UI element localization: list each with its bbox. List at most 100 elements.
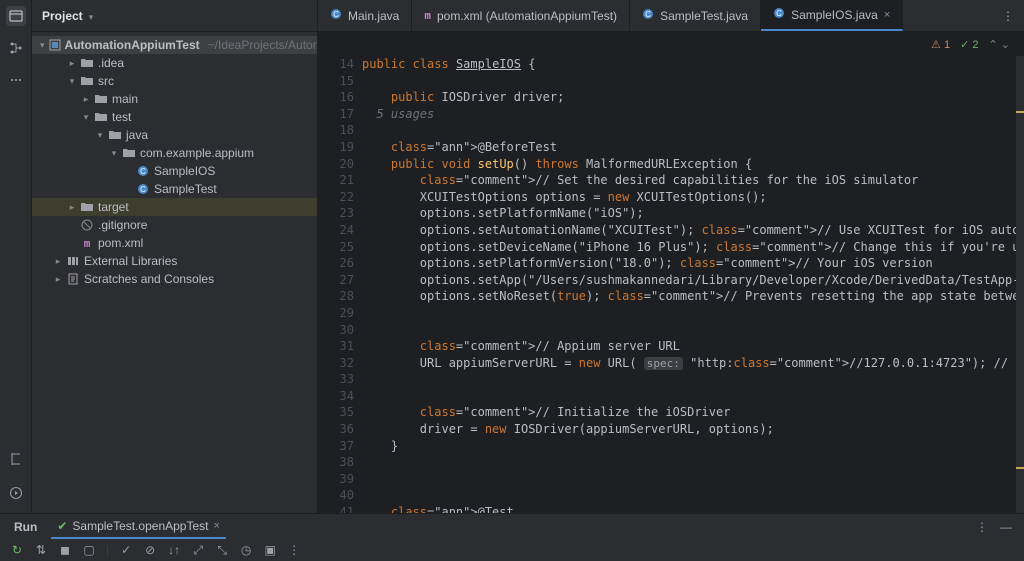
export-icon[interactable]: ▣ (263, 543, 277, 557)
lib-icon (66, 255, 80, 267)
tree-row-src[interactable]: ▾src (32, 72, 317, 90)
editor-tabs: C Main.java m pom.xml (AutomationAppiumTest… (318, 0, 1024, 32)
show-passed-icon[interactable]: ✓ (119, 543, 133, 557)
tree-label: SampleTest (154, 182, 217, 196)
chevron-icon[interactable]: ▸ (82, 94, 90, 105)
code-editor[interactable]: 1415161718192021222324252627282930313233… (318, 56, 1024, 513)
folder-icon (122, 148, 136, 158)
tree-row-pom-xml[interactable]: mpom.xml (32, 234, 317, 252)
folder-icon (80, 76, 94, 86)
run-panel: Run ✔ SampleTest.openAppTest × ⋮ — ↻ ⇅ ◼… (0, 513, 1024, 561)
inspection-chevron-icon[interactable]: ⌃ ⌄ (989, 38, 1011, 51)
tab-main-java[interactable]: C Main.java (318, 0, 412, 31)
run-toolbar: ↻ ⇅ ◼ ▢ | ✓ ⊘ ↓↑ ⤢ ⤡ ◷ ▣ ⋮ (0, 539, 1024, 561)
sort-icon[interactable]: ↓↑ (167, 543, 181, 557)
tab-label: pom.xml (AutomationAppiumTest) (437, 9, 617, 23)
tree-label: com.example.appium (140, 146, 254, 160)
chevron-icon[interactable]: ▾ (96, 130, 104, 141)
tree-label: External Libraries (84, 254, 177, 268)
tree-row-java[interactable]: ▾ java (32, 126, 317, 144)
tab-sampleios-java[interactable]: C SampleIOS.java × (761, 0, 903, 31)
more-tool-icon[interactable] (6, 70, 26, 90)
more-icon[interactable]: ⋮ (976, 520, 988, 534)
svg-text:C: C (333, 10, 339, 19)
stop-icon[interactable]: ◼ (58, 543, 72, 557)
tree-label: target (98, 200, 129, 214)
tree-root[interactable]: ▾ AutomationAppiumTest ~/IdeaProjects/Au… (32, 36, 317, 54)
svg-text:C: C (645, 10, 651, 19)
editor-pane: C Main.java m pom.xml (AutomationAppiumTest… (318, 0, 1024, 513)
tree-row-com-example-appium[interactable]: ▾ com.example.appium (32, 144, 317, 162)
tree-label: pom.xml (98, 236, 143, 250)
chevron-icon[interactable]: ▾ (110, 148, 118, 159)
project-header[interactable]: Project (32, 0, 317, 32)
tree-label: SampleIOS (154, 164, 215, 178)
class-icon: C (773, 7, 785, 22)
tree-label: Scratches and Consoles (84, 272, 214, 286)
close-icon[interactable]: × (213, 520, 219, 532)
tab-label: Main.java (348, 9, 399, 23)
svg-text:C: C (140, 185, 146, 194)
tab-sampletest-java[interactable]: CSampleTest.java (630, 0, 761, 31)
folder-icon (80, 202, 94, 212)
expand-icon[interactable]: ⤢ (191, 543, 205, 557)
toggle-icon[interactable]: ⇅ (34, 543, 48, 557)
run-tab[interactable]: Run (8, 516, 43, 538)
svg-text:C: C (140, 167, 146, 176)
tab-pom-xml-automationappiumtest-[interactable]: m pom.xml (AutomationAppiumTest) (412, 0, 630, 31)
tab-label: SampleIOS.java (791, 8, 878, 22)
tree-row-scratches-and-consoles[interactable]: ▸ Scratches and Consoles (32, 270, 317, 288)
tree-row-target[interactable]: ▸ target (32, 198, 317, 216)
chevron-icon[interactable]: ▸ (68, 202, 76, 213)
rerun-icon[interactable]: ↻ (10, 543, 24, 557)
chevron-down-icon (89, 9, 94, 23)
module-icon (49, 39, 61, 51)
more-icon[interactable]: ⋮ (287, 543, 301, 557)
maven-icon: m (424, 9, 431, 22)
structure-tool-icon[interactable] (6, 38, 26, 58)
tree-row--idea[interactable]: ▸ .idea (32, 54, 317, 72)
ok-badge: ✓ 2 (960, 38, 978, 51)
minimize-icon[interactable]: — (1000, 520, 1012, 534)
chevron-icon[interactable]: ▸ (68, 58, 76, 69)
tree-row-sampleios[interactable]: C SampleIOS (32, 162, 317, 180)
collapse-icon[interactable]: ⤡ (215, 543, 229, 557)
tool-window-bar (0, 0, 32, 513)
run-tool-icon[interactable] (6, 483, 26, 503)
tree-row-test[interactable]: ▾ test (32, 108, 317, 126)
more-icon[interactable]: ⋮ (1002, 9, 1014, 23)
history-icon[interactable]: ◷ (239, 543, 253, 557)
tree-label: java (126, 128, 148, 142)
tree-root-label: AutomationAppiumTest (65, 38, 200, 52)
editor-inspections[interactable]: ⚠ 1 ✓ 2 ⌃ ⌄ (318, 32, 1024, 56)
tree-row-sampletest[interactable]: C SampleTest (32, 180, 317, 198)
chevron-down-icon[interactable]: ▾ (40, 40, 45, 51)
minimap[interactable] (1016, 56, 1024, 513)
close-icon[interactable]: × (884, 9, 890, 21)
tree-row--gitignore[interactable]: .gitignore (32, 216, 317, 234)
chevron-icon[interactable]: ▾ (68, 76, 76, 87)
chevron-icon[interactable]: ▾ (82, 112, 90, 123)
test-pass-icon: ✔ (57, 519, 67, 533)
terminal-tool-icon[interactable] (6, 449, 26, 469)
project-tool-icon[interactable] (6, 6, 26, 26)
layout-icon[interactable]: ▢ (82, 543, 96, 557)
chevron-icon[interactable]: ▸ (54, 274, 62, 285)
project-title: Project (42, 9, 83, 23)
tree-row-main[interactable]: ▸main (32, 90, 317, 108)
folder-icon (80, 58, 94, 68)
chevron-icon[interactable]: ▸ (54, 256, 62, 267)
show-ignored-icon[interactable]: ⊘ (143, 543, 157, 557)
project-tree: ▾ AutomationAppiumTest ~/IdeaProjects/Au… (32, 32, 317, 513)
run-config-tab[interactable]: ✔ SampleTest.openAppTest × (51, 515, 226, 539)
class-icon: C (136, 183, 150, 195)
editor-gutter: 1415161718192021222324252627282930313233… (318, 56, 362, 513)
tree-row-external-libraries[interactable]: ▸ External Libraries (32, 252, 317, 270)
project-sidebar: Project ▾ AutomationAppiumTest ~/IdeaPro… (32, 0, 318, 513)
code-content[interactable]: public class SampleIOS { public IOSDrive… (362, 56, 1024, 513)
run-config-label: SampleTest.openAppTest (72, 519, 208, 533)
tree-label: test (112, 110, 131, 124)
scratch-icon (66, 273, 80, 285)
class-icon: C (136, 165, 150, 177)
tree-label: .idea (98, 56, 124, 70)
